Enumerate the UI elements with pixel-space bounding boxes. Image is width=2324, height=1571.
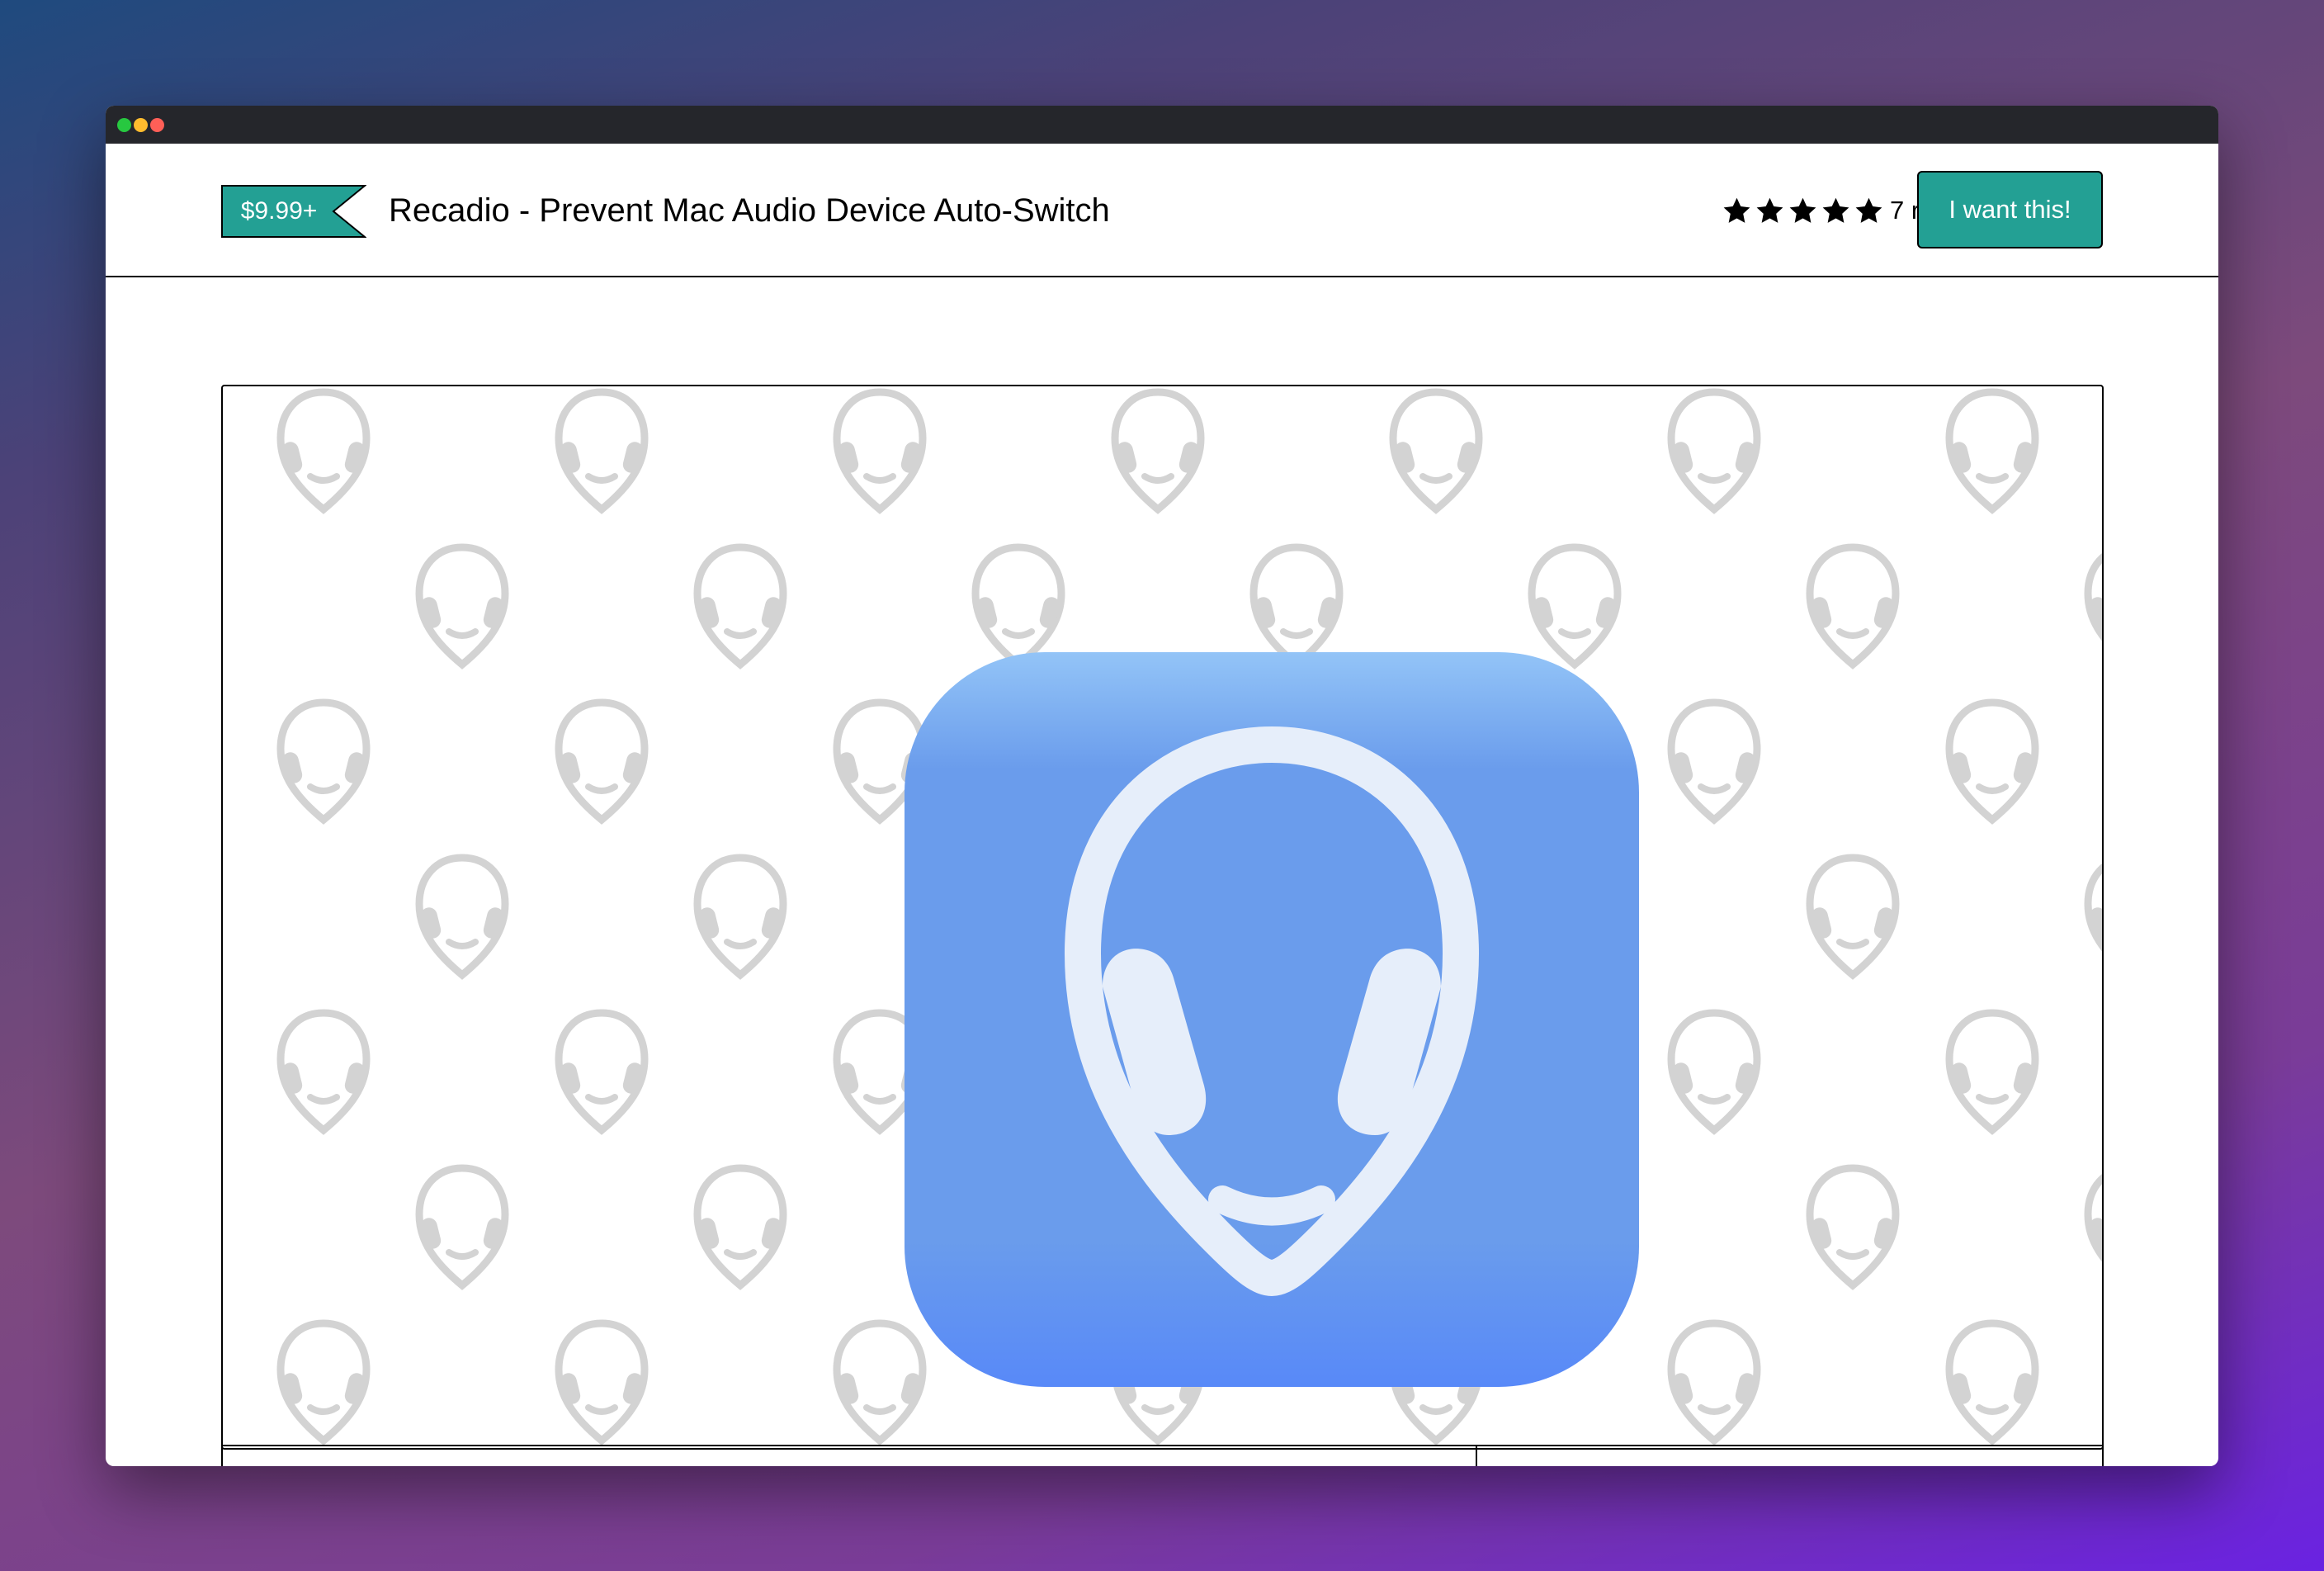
window-titlebar (106, 106, 2218, 144)
window-minimize-button[interactable] (134, 118, 148, 132)
alien-headphones-icon (837, 392, 923, 509)
alien-headphones-icon (1810, 1168, 1897, 1285)
alien-headphones-icon (697, 547, 784, 665)
star-icon (1723, 197, 1750, 223)
alien-headphones-icon (1532, 547, 1618, 665)
alien-headphones-icon (559, 1013, 645, 1130)
alien-headphones-icon (559, 703, 645, 820)
product-cover-image[interactable] (221, 385, 2104, 1450)
alien-headphones-icon (419, 1168, 506, 1285)
alien-headphones-icon (281, 703, 367, 820)
alien-headphones-icon (559, 1323, 645, 1441)
alien-headphones-icon (1949, 1323, 2036, 1441)
alien-headphones-icon (1949, 703, 2036, 820)
alien-headphones-icon (1949, 392, 2036, 509)
browser-window: $9.99+ Recadio - Prevent Mac Audio Devic… (106, 106, 2218, 1466)
alien-headphones-icon (1393, 392, 1480, 509)
alien-headphones-icon (1115, 392, 1202, 509)
product-title: Recadio - Prevent Mac Audio Device Auto-… (389, 192, 1110, 229)
star-icon (1756, 197, 1783, 223)
alien-headphones-icon (697, 858, 784, 975)
column-divider (1476, 1446, 1477, 1466)
alien-headphones-icon (419, 858, 506, 975)
alien-headphones-icon (697, 1168, 784, 1285)
product-details-split (221, 1445, 2104, 1466)
window-close-button[interactable] (150, 118, 164, 132)
alien-headphones-icon (2088, 858, 2104, 975)
alien-headphones-icon (2088, 1168, 2104, 1285)
alien-headphones-icon (1671, 1323, 1758, 1441)
recadio-app-icon (905, 652, 1639, 1387)
alien-headphones-icon (281, 1013, 367, 1130)
alien-headphones-icon (975, 547, 1062, 665)
alien-headphones-icon (559, 392, 645, 509)
star-icon (1855, 197, 1882, 223)
alien-headphones-icon (1810, 858, 1897, 975)
window-maximize-button[interactable] (117, 118, 131, 132)
price-tag: $9.99+ (221, 185, 366, 238)
alien-headphones-icon (1810, 547, 1897, 665)
i-want-this-button[interactable]: I want this! (1917, 171, 2103, 248)
alien-headphones-icon (419, 547, 506, 665)
product-header: $9.99+ Recadio - Prevent Mac Audio Devic… (106, 144, 2218, 277)
price-label: $9.99+ (240, 197, 318, 225)
alien-headphones-icon (1671, 1013, 1758, 1130)
star-icon (1822, 197, 1849, 223)
alien-headphones-icon (2088, 547, 2104, 665)
star-icon (1789, 197, 1816, 223)
alien-headphones-icon (281, 1323, 367, 1441)
alien-headphones-icon (1254, 547, 1340, 665)
alien-headphones-icon (1671, 703, 1758, 820)
alien-headphones-icon (1671, 392, 1758, 509)
alien-headphones-icon (281, 392, 367, 509)
alien-headphones-icon (1949, 1013, 2036, 1130)
